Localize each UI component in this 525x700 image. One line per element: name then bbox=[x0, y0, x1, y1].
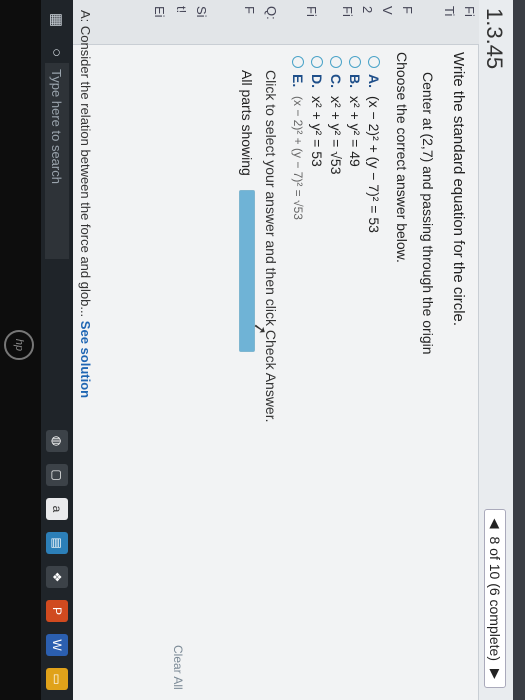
next-question-arrow-icon[interactable]: ▶ bbox=[487, 669, 503, 679]
option-letter: E. bbox=[290, 74, 307, 88]
task-view-icon[interactable]: ▢ bbox=[46, 464, 68, 486]
option-equation: x² + y² = 49 bbox=[347, 96, 364, 167]
mic-icon[interactable]: ◍ bbox=[46, 430, 68, 452]
browser-strip bbox=[513, 0, 525, 700]
rail-letter: Ei bbox=[152, 6, 167, 18]
option-equation: (x − 2)² + (y − 7)² = √53 bbox=[291, 96, 306, 220]
option-equation: x² + y² = √53 bbox=[328, 96, 345, 175]
answer-option-a[interactable]: A. (x − 2)² + (y − 7)² = 53 bbox=[365, 56, 384, 672]
rail-letter: Fi bbox=[304, 6, 319, 17]
store-icon[interactable]: ▤ bbox=[46, 532, 68, 554]
radio-button-icon[interactable] bbox=[311, 56, 324, 68]
option-letter: D. bbox=[309, 74, 326, 88]
question-header: 1.3.45 ◀ 8 of 10 (6 complete) ▶ bbox=[478, 0, 513, 700]
search-icon[interactable]: ○ bbox=[49, 48, 66, 57]
parts-label: All parts showing bbox=[239, 70, 255, 176]
taskbar: ▦ ○ Type here to search ◍ ▢ a ▤ ❖ P W ▭ bbox=[41, 0, 73, 700]
question-progress-nav: ◀ 8 of 10 (6 complete) ▶ bbox=[484, 509, 506, 688]
option-equation: (x − 2)² + (y − 7)² = 53 bbox=[366, 96, 383, 233]
radio-button-icon[interactable] bbox=[368, 56, 381, 68]
question-given: Center at (2,7) and passing through the … bbox=[420, 72, 436, 355]
file-explorer-icon[interactable]: ▭ bbox=[46, 668, 68, 690]
answer-option-d[interactable]: D. x² + y² = 53 bbox=[308, 56, 327, 672]
parts-status: All parts showing bbox=[239, 70, 255, 672]
rail-letter: Si bbox=[194, 6, 209, 18]
related-prefix: A: bbox=[78, 10, 93, 23]
screen: 1.3.45 ◀ 8 of 10 (6 complete) ▶ Fi Ti F … bbox=[0, 0, 525, 700]
question-prompt: Write the standard equation for the circ… bbox=[450, 52, 467, 327]
option-equation: x² + y² = 53 bbox=[309, 96, 326, 167]
rail-letter: 2 bbox=[360, 6, 375, 14]
related-text: Consider the relation between the force … bbox=[78, 25, 93, 318]
powerpoint-icon[interactable]: P bbox=[46, 600, 68, 622]
rail-letter: t! bbox=[174, 6, 189, 14]
see-solution-link[interactable]: See solution bbox=[78, 321, 93, 398]
question-number: 1.3.45 bbox=[482, 8, 507, 70]
option-letter: B. bbox=[347, 74, 364, 88]
rail-letter: Fi bbox=[462, 6, 477, 17]
question-content: Write the standard equation for the circ… bbox=[239, 52, 467, 672]
answer-option-c[interactable]: C. x² + y² = √53 bbox=[327, 56, 346, 672]
taskbar-search-input[interactable]: Type here to search bbox=[45, 63, 69, 260]
check-answer-instruction: Click to select your answer and then cli… bbox=[263, 70, 279, 423]
rail-letter: Fi bbox=[340, 6, 355, 17]
radio-button-icon[interactable] bbox=[330, 56, 343, 68]
answer-option-b[interactable]: B. x² + y² = 49 bbox=[346, 56, 365, 672]
rail-letter: F bbox=[400, 6, 415, 14]
laptop-bezel: hp bbox=[0, 0, 41, 700]
amazon-app-icon[interactable]: a bbox=[46, 498, 68, 520]
taskbar-apps: ◍ ▢ a ▤ ❖ P W ▭ bbox=[46, 430, 68, 690]
radio-button-icon[interactable] bbox=[292, 56, 305, 68]
dropbox-icon[interactable]: ❖ bbox=[46, 566, 68, 588]
answer-instruction: Choose the correct answer below. bbox=[394, 52, 410, 263]
rail-letter: Q: bbox=[264, 6, 279, 20]
word-icon[interactable]: W bbox=[46, 634, 68, 656]
option-letter: A. bbox=[366, 74, 383, 88]
windows-start-icon[interactable]: ▦ bbox=[41, 0, 73, 40]
hp-logo-icon: hp bbox=[4, 330, 34, 360]
taskbar-search-placeholder: Type here to search bbox=[49, 69, 65, 184]
rail-letter: F bbox=[242, 6, 257, 14]
clear-all-button[interactable]: Clear All bbox=[171, 645, 185, 690]
photo-frame: 1.3.45 ◀ 8 of 10 (6 complete) ▶ Fi Ti F … bbox=[0, 0, 525, 700]
rail-letter: V bbox=[380, 6, 395, 15]
option-letter: C. bbox=[328, 74, 345, 88]
radio-button-icon[interactable] bbox=[349, 56, 362, 68]
rail-letter: Ti bbox=[442, 6, 457, 17]
progress-label: 8 of 10 (6 complete) bbox=[487, 536, 503, 661]
left-rail: Fi Ti F V 2 Fi Fi Q: F Si t! Ei bbox=[29, 0, 479, 45]
answer-option-e[interactable]: E. (x − 2)² + (y − 7)² = √53 bbox=[289, 56, 308, 672]
related-question: A: Consider the relation between the for… bbox=[78, 10, 93, 398]
previous-question-arrow-icon[interactable]: ◀ bbox=[487, 518, 503, 528]
